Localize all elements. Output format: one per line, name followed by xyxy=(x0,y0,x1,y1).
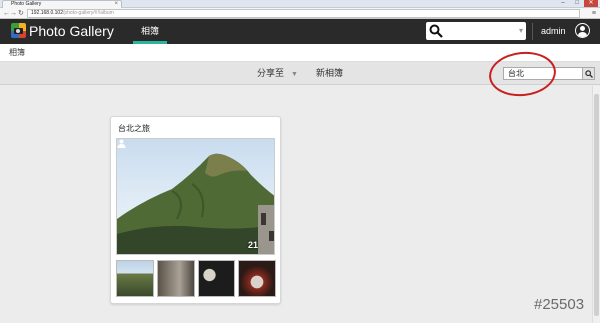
album-thumbnail[interactable] xyxy=(156,260,195,297)
user-name[interactable]: admin xyxy=(541,25,566,37)
album-thumbnails xyxy=(116,260,276,298)
reload-icon[interactable]: ↻ xyxy=(18,9,24,18)
app-title[interactable]: Photo Gallery xyxy=(29,23,114,40)
browser-titlebar: Photo Gallery × – □ ✕ xyxy=(0,0,600,8)
album-cover-photo[interactable]: 21 xyxy=(116,138,275,255)
url-host: 192.168.0.102 xyxy=(31,10,63,16)
browser-addressbar: ← → ↻ 192.168.0.102/photo-gallery/#!/alb… xyxy=(0,8,600,19)
breadcrumb[interactable]: 相簿 xyxy=(9,47,25,58)
mountain-photo xyxy=(117,153,274,254)
header-search-box[interactable]: ▾ xyxy=(426,22,526,40)
page-scrollbar[interactable] xyxy=(592,86,600,323)
close-window-button[interactable]: ✕ xyxy=(584,0,598,7)
url-field[interactable]: 192.168.0.102/photo-gallery/#!/album xyxy=(27,9,580,18)
album-thumbnail[interactable] xyxy=(116,260,154,297)
album-title[interactable]: 台北之旅 xyxy=(118,123,150,134)
back-arrow-icon[interactable]: ← xyxy=(3,9,10,18)
window-controls: – □ ✕ xyxy=(556,0,598,8)
album-thumbnail[interactable] xyxy=(238,260,276,297)
header-divider xyxy=(532,23,533,40)
scrollbar-thumb[interactable] xyxy=(594,94,599,316)
chevron-down-icon[interactable]: ▾ xyxy=(519,24,523,38)
user-avatar-icon[interactable] xyxy=(575,23,590,38)
maximize-button[interactable]: □ xyxy=(570,0,584,7)
filter-search-button[interactable] xyxy=(582,68,594,79)
nav-albums-tab[interactable]: 相簿 xyxy=(133,19,167,44)
browser-tab[interactable]: Photo Gallery × xyxy=(2,0,122,8)
caret-down-icon: ▼ xyxy=(291,71,298,78)
minimize-button[interactable]: – xyxy=(556,0,570,7)
album-thumbnail[interactable] xyxy=(197,260,236,297)
forward-arrow-icon[interactable]: → xyxy=(10,9,17,18)
new-album-button[interactable]: 新相簿 xyxy=(316,67,343,79)
watermark-id: #25503 xyxy=(534,296,585,313)
browser-tab-title: Photo Gallery xyxy=(11,1,42,7)
browser-menu-icon[interactable]: ≡ xyxy=(592,9,596,18)
people-icon xyxy=(117,139,126,148)
app-header: Photo Gallery 相簿 ▾ admin xyxy=(0,19,600,44)
tab-close-icon[interactable]: × xyxy=(114,1,118,8)
share-to-label: 分享至 xyxy=(257,68,285,78)
photo-count: 21 xyxy=(247,240,258,250)
url-path: /photo-gallery/#!/album xyxy=(62,10,114,16)
search-icon xyxy=(429,24,443,38)
search-icon xyxy=(585,70,593,78)
photo-gallery-logo-icon xyxy=(11,23,26,38)
album-card[interactable]: 台北之旅 21 xyxy=(110,116,281,304)
share-to-button[interactable]: 分享至 ▼ xyxy=(257,67,298,81)
